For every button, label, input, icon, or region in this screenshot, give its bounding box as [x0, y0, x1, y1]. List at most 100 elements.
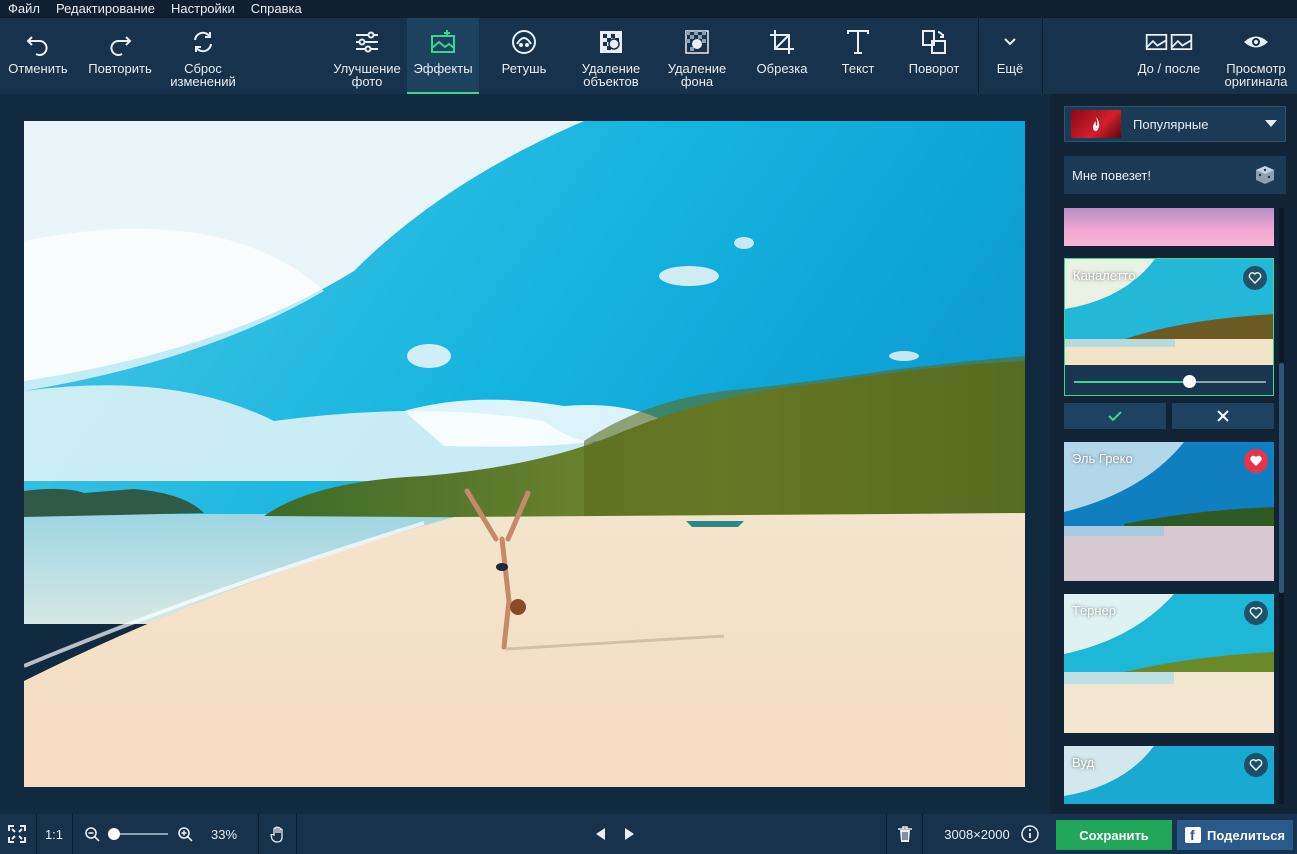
effects-list: Каналетто Эль Греко Тёрнер Вуд	[1064, 208, 1274, 804]
zoom-out-icon	[85, 827, 100, 842]
more-button[interactable]: Ещё	[980, 18, 1040, 94]
photo-preview[interactable]	[24, 121, 1025, 787]
triangle-right-icon	[625, 828, 634, 840]
menu-edit[interactable]: Редактирование	[48, 0, 163, 18]
toolbar-separator	[1042, 18, 1043, 94]
preview-original-button[interactable]: Просмотр оригинала	[1218, 18, 1294, 94]
rotate-button[interactable]: Поворот	[898, 18, 970, 94]
flame-icon	[1093, 117, 1100, 131]
remove-background-icon	[685, 30, 709, 54]
text-button[interactable]: Текст	[822, 18, 894, 94]
separator	[296, 814, 297, 854]
favorite-button[interactable]	[1244, 601, 1268, 625]
status-bar: 1:1 33% 3008×2000 Сохранить f Поделиться	[0, 814, 1297, 854]
redo-icon	[110, 36, 132, 56]
remove-background-button[interactable]: Удаление фона	[656, 18, 738, 94]
info-button[interactable]	[1019, 814, 1041, 854]
check-icon	[1108, 411, 1122, 422]
favorite-button[interactable]	[1243, 266, 1267, 290]
remove-objects-icon	[600, 31, 622, 53]
caret-down-icon	[1265, 120, 1277, 127]
slider-handle[interactable]	[1183, 375, 1197, 388]
eye-icon	[1244, 36, 1268, 48]
category-label: Популярные	[1133, 116, 1209, 132]
lucky-label: Мне повезет!	[1072, 167, 1152, 183]
next-image-button[interactable]	[620, 814, 640, 854]
effect-item-canaletto[interactable]: Каналетто	[1064, 258, 1274, 396]
favorite-button[interactable]	[1244, 449, 1268, 473]
menu-bar: Файл Редактирование Настройки Справка	[0, 0, 1297, 18]
effects-icon	[431, 30, 455, 53]
separator	[258, 814, 259, 854]
before-after-label: До / после	[1137, 61, 1201, 76]
before-after-button[interactable]: До / после	[1128, 18, 1210, 94]
menu-help[interactable]: Справка	[243, 0, 310, 18]
actual-size-label: 1:1	[44, 826, 64, 842]
actual-size-button[interactable]: 1:1	[38, 814, 70, 854]
before-after-icon	[1145, 33, 1193, 51]
share-button[interactable]: f Поделиться	[1177, 820, 1293, 850]
enhance-label: Улучшение фото	[333, 61, 401, 89]
facebook-icon: f	[1184, 827, 1201, 843]
category-dropdown[interactable]: Популярные	[1064, 106, 1286, 142]
separator	[922, 814, 923, 854]
fullscreen-button[interactable]	[0, 814, 34, 854]
hand-tool-button[interactable]	[262, 814, 294, 854]
undo-button[interactable]: Отменить	[2, 18, 74, 94]
share-label: Поделиться	[1206, 827, 1286, 843]
effect-name: Тёрнер	[1072, 603, 1117, 618]
scrollbar-thumb[interactable]	[1279, 363, 1284, 593]
toolbar: Отменить Повторить Сброс изменений Улучш…	[0, 18, 1297, 94]
cancel-effect-button[interactable]	[1172, 403, 1274, 429]
zoom-level: 33%	[202, 814, 246, 854]
effect-name: Эль Греко	[1072, 451, 1133, 466]
effect-name: Вуд	[1072, 755, 1095, 770]
slider-fill	[1074, 381, 1190, 383]
apply-effect-button[interactable]	[1064, 403, 1166, 429]
close-icon	[1217, 410, 1229, 422]
save-label: Сохранить	[1079, 827, 1149, 843]
rotate-label: Поворот	[908, 61, 960, 76]
crop-button[interactable]: Обрезка	[746, 18, 818, 94]
save-button[interactable]: Сохранить	[1056, 820, 1172, 850]
beach-photo	[24, 121, 1025, 787]
more-label: Ещё	[996, 61, 1024, 76]
separator	[36, 814, 37, 854]
effect-thumbnail	[1064, 746, 1274, 804]
favorite-button[interactable]	[1244, 753, 1268, 777]
zoom-out-button[interactable]	[82, 814, 102, 854]
lucky-button[interactable]: Мне повезет!	[1064, 156, 1286, 194]
canvas-area	[0, 94, 1050, 814]
enhance-button[interactable]: Улучшение фото	[326, 18, 408, 94]
redo-label: Повторить	[88, 61, 152, 76]
effect-item-wood[interactable]: Вуд	[1064, 746, 1274, 804]
retouch-button[interactable]: Ретушь	[488, 18, 560, 94]
crop-icon	[770, 30, 794, 54]
effects-scrollbar[interactable]	[1279, 208, 1284, 804]
zoom-slider-handle[interactable]	[108, 828, 120, 840]
reset-label: Сброс изменений	[170, 61, 236, 89]
text-icon	[847, 30, 869, 54]
delete-button[interactable]	[890, 814, 920, 854]
previous-image-button[interactable]	[590, 814, 610, 854]
remove-objects-button[interactable]: Удаление объектов	[570, 18, 652, 94]
dice-icon	[1256, 166, 1274, 184]
tab-effects[interactable]: Эффекты	[407, 18, 479, 94]
reset-button[interactable]: Сброс изменений	[164, 18, 242, 94]
menu-settings[interactable]: Настройки	[163, 0, 243, 18]
effect-item[interactable]	[1064, 208, 1274, 246]
intensity-slider[interactable]	[1065, 365, 1273, 395]
zoom-in-button[interactable]	[174, 814, 196, 854]
remove-background-label: Удаление фона	[667, 61, 727, 89]
effect-name: Каналетто	[1073, 268, 1136, 283]
hand-icon	[270, 826, 283, 843]
info-icon	[1021, 825, 1039, 843]
effect-item-el-greco[interactable]: Эль Греко	[1064, 442, 1274, 581]
heart-outline-icon	[1249, 607, 1263, 619]
effect-item-turner[interactable]: Тёрнер	[1064, 594, 1274, 733]
preview-original-label: Просмотр оригинала	[1224, 61, 1288, 89]
redo-button[interactable]: Повторить	[80, 18, 160, 94]
heart-outline-icon	[1249, 759, 1263, 771]
menu-file[interactable]: Файл	[0, 0, 48, 18]
heart-outline-icon	[1248, 272, 1262, 284]
